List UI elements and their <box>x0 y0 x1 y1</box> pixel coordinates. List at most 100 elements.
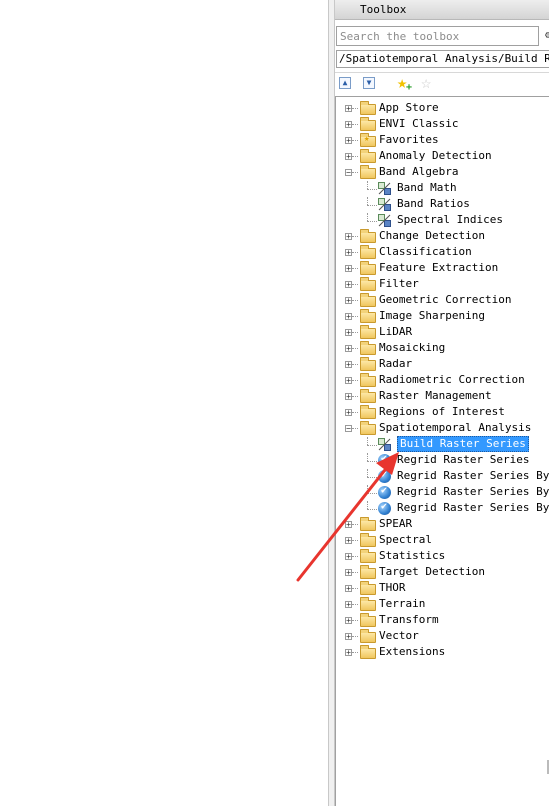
tree-connector <box>352 636 358 637</box>
globe-tool-icon <box>378 485 391 499</box>
tree-item-target-detection[interactable]: + Target Detection <box>336 565 549 581</box>
tree-connector <box>352 108 358 109</box>
tree-item-extensions[interactable]: + Extensions <box>336 645 549 661</box>
tree-connector <box>367 453 368 461</box>
tree-item-label: THOR <box>379 581 406 594</box>
expand-toggle-icon[interactable]: + <box>345 345 352 353</box>
toolbox-title: Toolbox <box>360 3 407 16</box>
arrow-up-icon[interactable]: ▲ <box>339 77 351 89</box>
toolbox-search-input[interactable] <box>336 26 539 46</box>
tree-connector <box>367 493 377 494</box>
tree-item-filter[interactable]: + Filter <box>336 277 549 293</box>
collapse-toggle-icon[interactable]: − <box>345 425 352 433</box>
tree-item-transform[interactable]: + Transform <box>336 613 549 629</box>
tree-item-mosaicking[interactable]: + Mosaicking <box>336 341 549 357</box>
expand-toggle-icon[interactable]: + <box>345 649 352 657</box>
expand-toggle-icon[interactable]: + <box>345 617 352 625</box>
tree-item-statistics[interactable]: + Statistics <box>336 549 549 565</box>
tree-item-label: Anomaly Detection <box>379 149 492 162</box>
arrow-down-icon[interactable]: ▼ <box>363 77 375 89</box>
tree-item-thor[interactable]: + THOR <box>336 581 549 597</box>
tree-item-label: Spatiotemporal Analysis <box>379 421 532 434</box>
tree-item-regrid-raster-series-by-u[interactable]: Regrid Raster Series By U <box>336 501 549 517</box>
expand-toggle-icon[interactable]: + <box>345 569 352 577</box>
toolbox-titlebar: Toolbox <box>335 0 549 20</box>
tree-item-app-store[interactable]: + App Store <box>336 101 549 117</box>
tree-connector <box>367 445 377 446</box>
expand-toggle-icon[interactable]: + <box>345 281 352 289</box>
expand-toggle-icon[interactable]: + <box>345 393 352 401</box>
tree-connector <box>352 316 358 317</box>
panel-splitter[interactable] <box>328 0 335 806</box>
tree-item-band-algebra[interactable]: − Band Algebra <box>336 165 549 181</box>
tree-connector <box>367 477 377 478</box>
expand-toggle-icon[interactable]: + <box>345 601 352 609</box>
tree-item-label: Classification <box>379 245 472 258</box>
tree-item-lidar[interactable]: + LiDAR <box>336 325 549 341</box>
tree-item-spectral[interactable]: + Spectral <box>336 533 549 549</box>
toolbox-path-field[interactable]: /Spatiotemporal Analysis/Build Rast <box>336 50 549 68</box>
expand-toggle-icon[interactable]: + <box>345 521 352 529</box>
tree-item-envi-classic[interactable]: + ENVI Classic <box>336 117 549 133</box>
tree-item-regions-of-interest[interactable]: + Regions of Interest <box>336 405 549 421</box>
expand-toggle-icon[interactable]: + <box>345 409 352 417</box>
tree-item-spectral-indices[interactable]: Spectral Indices <box>336 213 549 229</box>
expand-toggle-icon[interactable]: + <box>345 105 352 113</box>
tree-connector <box>367 485 368 493</box>
tree-item-label: Band Math <box>397 181 457 194</box>
tree-item-classification[interactable]: + Classification <box>336 245 549 261</box>
tree-item-regrid-raster-series[interactable]: Regrid Raster Series <box>336 453 549 469</box>
tree-item-label: Regions of Interest <box>379 405 505 418</box>
tree-item-label: Extensions <box>379 645 446 658</box>
tree-item-label: App Store <box>379 101 439 114</box>
expand-toggle-icon[interactable]: + <box>345 377 352 385</box>
tree-item-terrain[interactable]: + Terrain <box>336 597 549 613</box>
folder-icon <box>360 533 376 547</box>
tree-item-raster-management[interactable]: + Raster Management <box>336 389 549 405</box>
expand-toggle-icon[interactable]: + <box>345 121 352 129</box>
expand-toggle-icon[interactable]: + <box>345 233 352 241</box>
expand-toggle-icon[interactable]: + <box>345 585 352 593</box>
expand-toggle-icon[interactable]: + <box>345 537 352 545</box>
tree-connector <box>352 524 358 525</box>
tree-item-radiometric-correction[interactable]: + Radiometric Correction <box>336 373 549 389</box>
expand-toggle-icon[interactable]: + <box>345 265 352 273</box>
expand-toggle-icon[interactable]: + <box>345 249 352 257</box>
tree-item-label: Band Ratios <box>397 197 470 210</box>
tree-connector <box>352 364 358 365</box>
tree-item-change-detection[interactable]: + Change Detection <box>336 229 549 245</box>
tree-connector <box>352 332 358 333</box>
tree-item-vector[interactable]: + Vector <box>336 629 549 645</box>
add-favorite-star-icon[interactable]: ★ + <box>397 73 412 93</box>
collapse-toggle-icon[interactable]: − <box>345 169 352 177</box>
expand-toggle-icon[interactable]: + <box>345 137 352 145</box>
expand-toggle-icon[interactable]: + <box>345 153 352 161</box>
tree-connector <box>352 300 358 301</box>
tree-item-build-raster-series[interactable]: Build Raster Series <box>336 436 549 453</box>
tree-item-regrid-raster-series-by-i[interactable]: Regrid Raster Series By I <box>336 485 549 501</box>
tree-item-favorites[interactable]: + Favorites <box>336 133 549 149</box>
tree-item-image-sharpening[interactable]: + Image Sharpening <box>336 309 549 325</box>
tree-item-band-math[interactable]: Band Math <box>336 181 549 197</box>
expand-toggle-icon[interactable]: + <box>345 297 352 305</box>
tree-item-feature-extraction[interactable]: + Feature Extraction <box>336 261 549 277</box>
tree-item-label: Regrid Raster Series By I <box>397 485 549 498</box>
remove-favorite-star-icon[interactable]: ☆ <box>421 73 431 93</box>
tool-icon <box>378 198 391 211</box>
tree-item-anomaly-detection[interactable]: + Anomaly Detection <box>336 149 549 165</box>
expand-toggle-icon[interactable]: + <box>345 329 352 337</box>
search-options-icon[interactable]: ⚙ <box>545 30 549 41</box>
tree-connector <box>367 213 368 221</box>
tree-item-geometric-correction[interactable]: + Geometric Correction <box>336 293 549 309</box>
expand-toggle-icon[interactable]: + <box>345 361 352 369</box>
tree-item-spear[interactable]: + SPEAR <box>336 517 549 533</box>
expand-toggle-icon[interactable]: + <box>345 553 352 561</box>
expand-toggle-icon[interactable]: + <box>345 313 352 321</box>
tree-connector <box>367 221 377 222</box>
tree-item-regrid-raster-series-by-i[interactable]: Regrid Raster Series By I <box>336 469 549 485</box>
tree-item-label: Change Detection <box>379 229 485 242</box>
tree-item-radar[interactable]: + Radar <box>336 357 549 373</box>
tree-item-spatiotemporal-analysis[interactable]: − Spatiotemporal Analysis <box>336 421 549 437</box>
tree-item-band-ratios[interactable]: Band Ratios <box>336 197 549 213</box>
expand-toggle-icon[interactable]: + <box>345 633 352 641</box>
